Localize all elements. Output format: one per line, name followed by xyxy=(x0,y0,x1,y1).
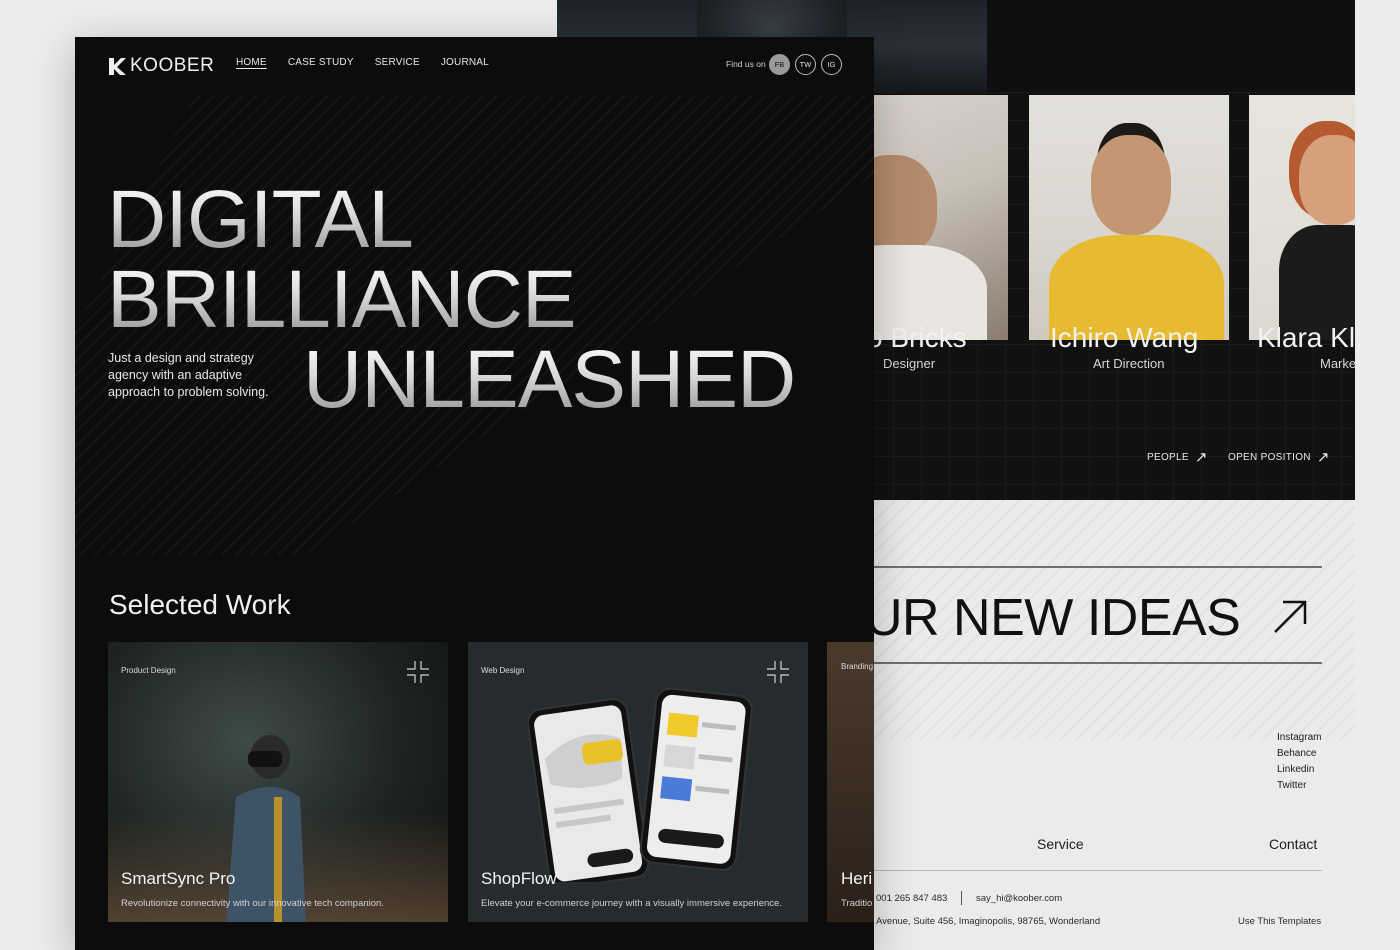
work-description: Traditio xyxy=(841,898,873,909)
hero-tagline: Just a design and strategy agency with a… xyxy=(108,351,269,399)
footer-social-list: Instagram Behance Linkedin Twitter xyxy=(1277,732,1321,791)
work-category: Web Design xyxy=(481,666,525,675)
work-category: Branding xyxy=(841,662,874,671)
collapse-icon[interactable] xyxy=(406,660,430,684)
arrow-up-right-icon: ↗ xyxy=(1194,449,1208,466)
main-nav: HOME CASE STUDY SERVICE JOURNAL xyxy=(236,57,489,68)
arrow-up-right-icon: ↗ xyxy=(1316,449,1330,466)
hero-line-1: DIGITAL xyxy=(107,174,414,265)
instagram-button[interactable]: IG xyxy=(821,54,842,75)
brand-name: KOOBER xyxy=(130,55,215,76)
member-name: o Bricks xyxy=(867,322,967,353)
work-card[interactable]: Web Design ShopFlow Elevate your e-comme… xyxy=(468,642,808,922)
vr-person-illustration xyxy=(226,735,306,922)
footer-email[interactable]: say_hi@koober.com xyxy=(976,893,1062,904)
hero-line-2: BRILLIANCE xyxy=(107,254,577,345)
find-us-label: Find us on xyxy=(726,59,766,69)
use-template-link[interactable]: Use This Templates xyxy=(1238,916,1321,927)
team-member-card[interactable] xyxy=(1249,95,1355,340)
hero-line-3: UNLEASHED xyxy=(303,334,796,425)
koober-logo-icon xyxy=(109,58,126,75)
member-role: Designer xyxy=(883,356,936,371)
footer-headline[interactable]: UR NEW IDEAS xyxy=(865,588,1241,648)
work-card[interactable]: Product Design SmartSync Pro Revolutioni… xyxy=(108,642,448,922)
people-link[interactable]: PEOPLE ↗ xyxy=(1147,448,1208,466)
work-title: ShopFlow xyxy=(481,869,557,888)
twitter-link[interactable]: Twitter xyxy=(1277,780,1321,791)
nav-journal[interactable]: JOURNAL xyxy=(441,57,489,68)
phone-mockup-illustration xyxy=(528,687,753,882)
home-page-panel: KOOBER HOME CASE STUDY SERVICE JOURNAL F… xyxy=(75,37,874,950)
work-category: Product Design xyxy=(121,666,176,675)
behance-link[interactable]: Behance xyxy=(1277,748,1321,759)
facebook-button[interactable]: FB xyxy=(769,54,790,75)
member-name: Ichiro Wang xyxy=(1050,322,1199,353)
member-photo xyxy=(1029,95,1229,340)
footer-address: Avenue, Suite 456, Imaginopolis, 98765, … xyxy=(876,916,1101,927)
separator xyxy=(961,891,962,905)
team-member-card[interactable] xyxy=(1029,95,1229,340)
footer-contact-link[interactable]: Contact xyxy=(1269,836,1317,852)
member-role: Art Direction xyxy=(1093,356,1165,371)
brand-logo[interactable]: KOOBER xyxy=(107,55,214,77)
member-role: Marke xyxy=(1320,356,1355,371)
open-position-link[interactable]: OPEN POSITION ↗ xyxy=(1228,448,1330,466)
work-description: Elevate your e-commerce journey with a v… xyxy=(481,898,782,909)
selected-work-title: Selected Work xyxy=(109,589,291,620)
collapse-icon[interactable] xyxy=(766,660,790,684)
work-description: Revolutionize connectivity with our inno… xyxy=(121,898,384,909)
twitter-button[interactable]: TW xyxy=(795,54,816,75)
instagram-link[interactable]: Instagram xyxy=(1277,732,1321,743)
arrow-up-right-icon[interactable] xyxy=(1271,596,1311,636)
footer-phone[interactable]: 001 265 847 483 xyxy=(876,893,947,904)
member-photo xyxy=(1249,95,1355,340)
work-card[interactable]: Branding Heri Traditio xyxy=(827,642,874,922)
footer-service-link[interactable]: Service xyxy=(1037,836,1084,852)
work-title: SmartSync Pro xyxy=(121,869,236,888)
open-position-link-label: OPEN POSITION xyxy=(1228,451,1311,463)
member-name: Klara Kl xyxy=(1257,322,1355,353)
nav-case-study[interactable]: CASE STUDY xyxy=(288,57,354,68)
nav-service[interactable]: SERVICE xyxy=(375,57,420,68)
people-link-label: PEOPLE xyxy=(1147,451,1189,463)
work-title: Heri xyxy=(841,869,873,888)
nav-home[interactable]: HOME xyxy=(236,57,267,68)
linkedin-link[interactable]: Linkedin xyxy=(1277,764,1321,775)
